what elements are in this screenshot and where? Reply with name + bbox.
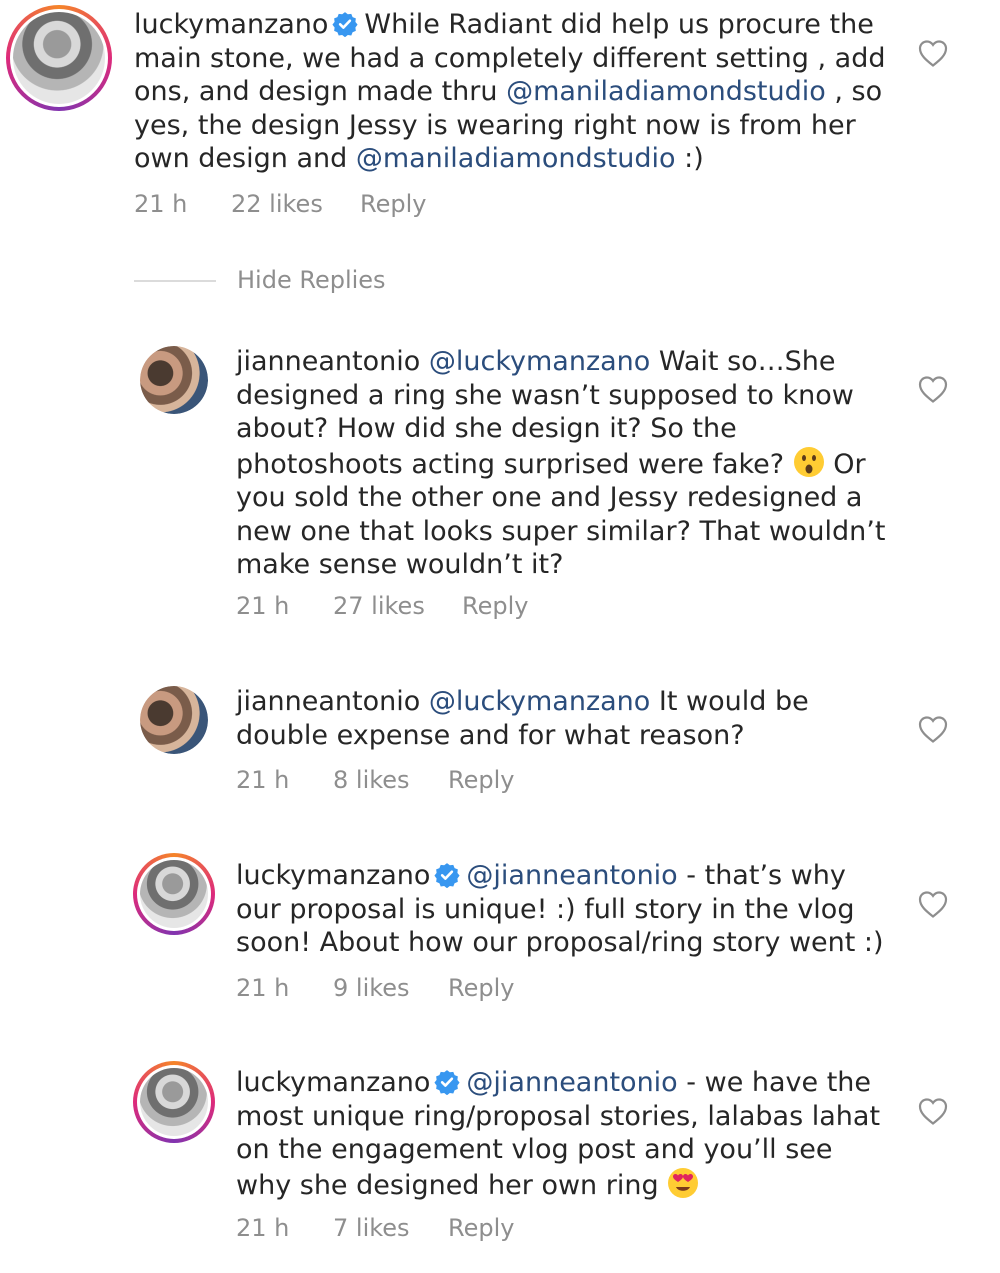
username[interactable]: luckymanzano	[236, 1067, 430, 1098]
avatar[interactable]	[140, 686, 208, 754]
heart-icon[interactable]	[917, 374, 949, 404]
comment-body: luckymanzano @jianneantonio - we have the…	[236, 1066, 896, 1202]
reply-button[interactable]: Reply	[448, 1214, 514, 1242]
mention-link[interactable]: @maniladiamondstudio	[356, 143, 676, 174]
reply-button[interactable]: Reply	[448, 974, 514, 1002]
heart-eyes-emoji-icon	[667, 1167, 699, 1199]
reply-button[interactable]: Reply	[462, 592, 528, 620]
username[interactable]: luckymanzano	[236, 860, 430, 891]
mention-link[interactable]: @jianneantonio	[466, 860, 677, 891]
likes-count[interactable]: 8 likes	[333, 766, 448, 794]
verified-badge-icon	[332, 11, 358, 37]
avatar[interactable]	[133, 853, 215, 935]
likes-count[interactable]: 27 likes	[333, 592, 462, 620]
likes-count[interactable]: 22 likes	[231, 190, 360, 218]
likes-count[interactable]: 7 likes	[333, 1214, 448, 1242]
timestamp: 21 h	[134, 190, 188, 218]
username[interactable]: jianneantonio	[236, 686, 420, 717]
heart-icon[interactable]	[917, 38, 949, 68]
timestamp: 21 h	[236, 974, 290, 1002]
comment-meta: 21 h 8 likes Reply	[236, 766, 514, 794]
username[interactable]: luckymanzano	[134, 9, 328, 40]
heart-icon[interactable]	[917, 714, 949, 744]
avatar[interactable]	[140, 346, 208, 414]
heart-icon[interactable]	[917, 889, 949, 919]
divider	[134, 280, 216, 282]
reply-button[interactable]: Reply	[448, 766, 514, 794]
mention-link[interactable]: @maniladiamondstudio	[506, 76, 826, 107]
timestamp: 21 h	[236, 592, 290, 620]
reply-button[interactable]: Reply	[360, 190, 426, 218]
astonished-emoji-icon	[793, 446, 825, 478]
comment-body: jianneantonio @luckymanzano Wait so…She …	[236, 345, 886, 582]
mention-link[interactable]: @luckymanzano	[429, 346, 650, 377]
mention-link[interactable]: @jianneantonio	[466, 1067, 677, 1098]
heart-icon[interactable]	[917, 1096, 949, 1126]
mention-link[interactable]: @luckymanzano	[429, 686, 650, 717]
timestamp: 21 h	[236, 1214, 290, 1242]
comment-body: luckymanzano While Radiant did help us pr…	[134, 8, 894, 176]
comment-body: luckymanzano @jianneantonio - that’s why …	[236, 859, 896, 960]
comment-meta: 21 h 22 likes Reply	[134, 190, 426, 218]
verified-badge-icon	[434, 1069, 460, 1095]
comment-meta: 21 h 9 likes Reply	[236, 974, 514, 1002]
comment-body: jianneantonio @luckymanzano It would be …	[236, 685, 886, 752]
comment-text: :)	[675, 143, 704, 174]
likes-count[interactable]: 9 likes	[333, 974, 448, 1002]
avatar[interactable]	[6, 5, 112, 111]
avatar[interactable]	[133, 1061, 215, 1143]
username[interactable]: jianneantonio	[236, 346, 420, 377]
comment-meta: 21 h 7 likes Reply	[236, 1214, 514, 1242]
comment-meta: 21 h 27 likes Reply	[236, 592, 528, 620]
timestamp: 21 h	[236, 766, 290, 794]
hide-replies-button[interactable]: Hide Replies	[237, 266, 386, 294]
verified-badge-icon	[434, 862, 460, 888]
